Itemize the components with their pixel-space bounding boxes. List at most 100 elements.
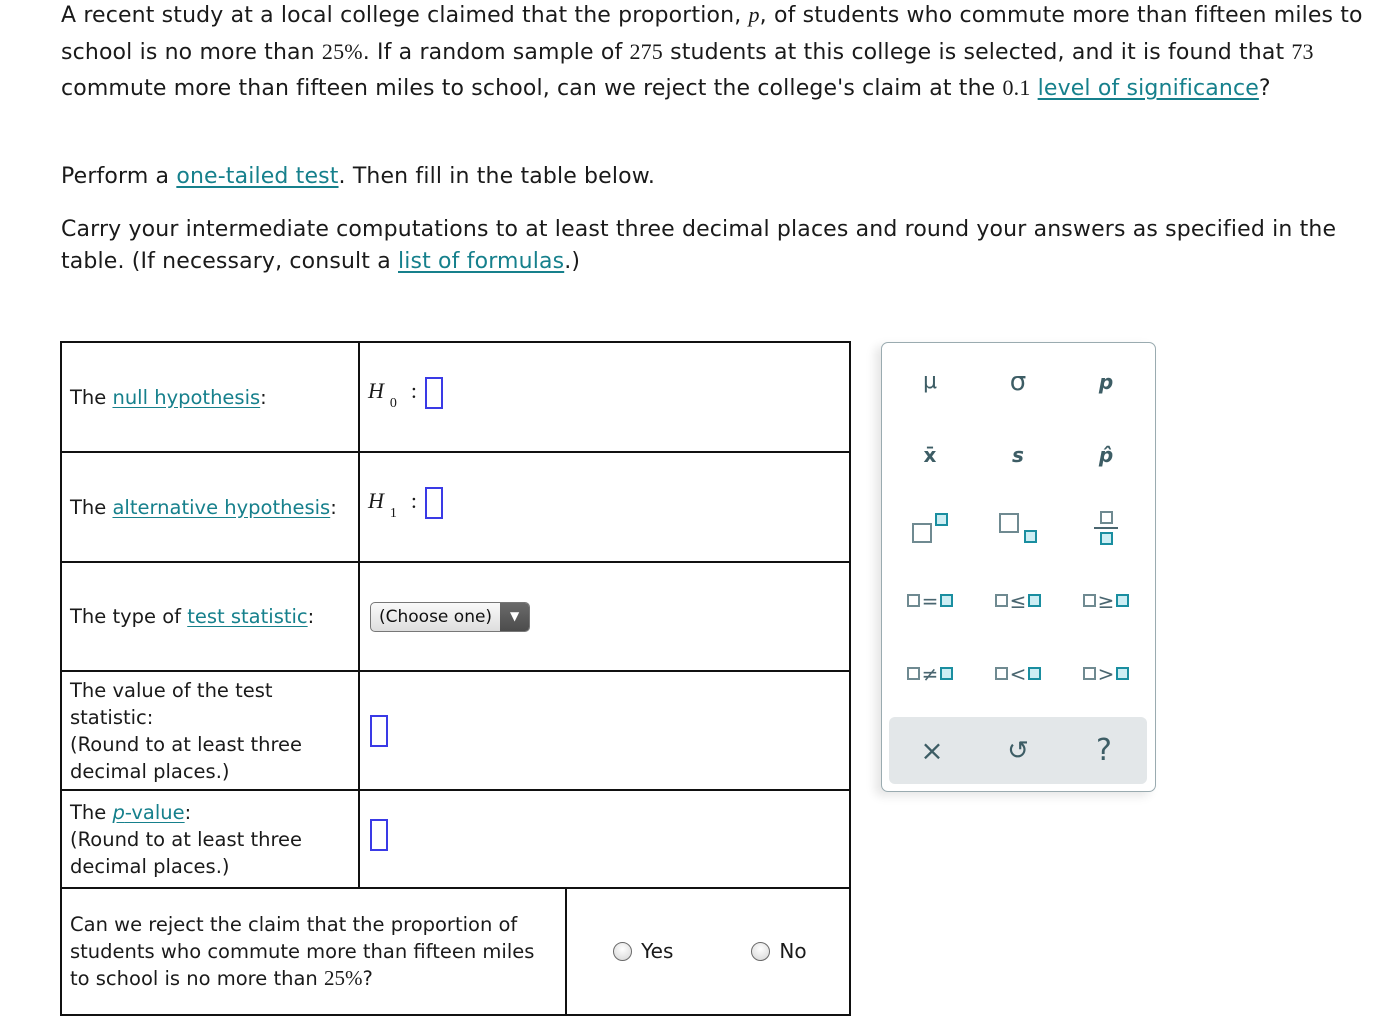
left-box xyxy=(906,594,920,607)
right-box xyxy=(1028,594,1042,607)
sample-size: 275 xyxy=(629,38,663,64)
null-hypothesis-input[interactable] xyxy=(425,376,444,409)
left-box xyxy=(994,594,1008,607)
p-icon: p xyxy=(1098,369,1114,394)
radio-label: No xyxy=(779,939,807,963)
null-hypothesis-label: The null hypothesis: xyxy=(60,341,360,453)
superscript-key[interactable] xyxy=(886,499,974,557)
p-letter: p xyxy=(112,800,125,824)
test-statistic-value-input[interactable] xyxy=(370,714,388,747)
question-text-part: . If a random sample of xyxy=(362,39,630,65)
keypad-row xyxy=(886,491,1150,564)
left-box xyxy=(1082,667,1096,680)
rounding-note: (Round to at least three decimal places.… xyxy=(70,732,303,783)
row-null-hypothesis: The null hypothesis: H0: xyxy=(60,341,851,453)
rounding-text-part: .) xyxy=(564,249,581,274)
instruction-text-part: . Then fill in the table below. xyxy=(338,164,655,189)
rounding-note: (Round to at least three decimal places.… xyxy=(70,827,303,878)
p-value-input[interactable] xyxy=(370,819,388,851)
not-equal-key[interactable]: ≠ xyxy=(886,645,974,703)
s-key[interactable]: s xyxy=(974,426,1062,484)
yes-radio[interactable]: Yes xyxy=(613,938,673,965)
greater-than-key[interactable]: > xyxy=(1062,645,1150,703)
greater-equal-key[interactable]: ≥ xyxy=(1062,572,1150,630)
list-of-formulas-link[interactable]: list of formulas xyxy=(398,249,564,274)
proportion-variable: p xyxy=(748,2,760,27)
test-statistic-value-label: The value of the test statistic: (Round … xyxy=(60,670,360,791)
null-hypothesis-link[interactable]: null hypothesis xyxy=(112,386,260,409)
question-text-part: students at this college is selected, an… xyxy=(662,39,1292,65)
rounding-text-part: Carry your intermediate computations to … xyxy=(61,217,1337,274)
no-radio[interactable]: No xyxy=(751,938,807,965)
s-icon: s xyxy=(1012,442,1024,467)
radio-circle[interactable] xyxy=(751,942,771,961)
alternative-hypothesis-link[interactable]: alternative hypothesis xyxy=(112,496,330,519)
p-hat-icon: p̂ xyxy=(1098,442,1114,467)
label-text: : xyxy=(260,385,267,409)
less-equal-key[interactable]: ≤ xyxy=(974,572,1062,630)
greater-equal-icon: ≥ xyxy=(1097,588,1115,613)
test-statistic-type-select[interactable]: (Choose one) ▼ xyxy=(370,601,531,632)
row-p-value: The p-value: (Round to at least three de… xyxy=(60,789,851,889)
label-text: The type of xyxy=(70,605,188,628)
label-text: : xyxy=(184,800,192,824)
test-statistic-value-cell xyxy=(358,670,851,791)
row-reject-claim: Can we reject the claim that the proport… xyxy=(59,887,851,1016)
clear-button[interactable]: × xyxy=(889,721,975,781)
alternative-hypothesis-label: The alternative hypothesis: xyxy=(60,451,360,563)
undo-button[interactable]: ↺ xyxy=(975,721,1061,781)
success-count: 73 xyxy=(1291,38,1314,64)
p-key[interactable]: p xyxy=(1062,353,1150,411)
colon: : xyxy=(410,378,418,404)
sigma-icon: σ xyxy=(1009,366,1027,397)
radio-circle[interactable] xyxy=(613,942,633,961)
colon: : xyxy=(410,488,418,514)
keypad-row: μ σ p xyxy=(886,345,1150,418)
instruction-text: Perform a one-tailed test. Then fill in … xyxy=(61,159,655,195)
radio-group: Yes No xyxy=(575,938,841,965)
h-subscript: 1 xyxy=(389,506,397,522)
mu-key[interactable]: μ xyxy=(886,353,974,411)
subscript-icon xyxy=(999,512,1037,543)
null-hypothesis-cell: H0: xyxy=(358,341,851,453)
one-tailed-test-link[interactable]: one-tailed test xyxy=(176,164,338,189)
left-box xyxy=(994,667,1008,680)
sigma-key[interactable]: σ xyxy=(974,353,1062,411)
keypad-row: = ≤ ≥ xyxy=(886,564,1150,637)
base-box xyxy=(999,512,1019,533)
keypad-row: x̄ s p̂ xyxy=(886,418,1150,491)
fraction-icon xyxy=(1094,510,1118,545)
row-test-statistic-value: The value of the test statistic: (Round … xyxy=(60,670,851,791)
test-statistic-link[interactable]: test statistic xyxy=(187,605,307,628)
right-box xyxy=(940,594,954,607)
right-box xyxy=(1116,667,1130,680)
help-button[interactable]: ? xyxy=(1061,721,1147,781)
label-text: : xyxy=(307,605,315,628)
alternative-hypothesis-input[interactable] xyxy=(425,486,444,519)
select-value: (Choose one) xyxy=(379,606,493,627)
alternative-hypothesis-cell: H1: xyxy=(358,451,851,563)
h0-symbol: H0 xyxy=(368,378,397,411)
x-bar-key[interactable]: x̄ xyxy=(886,426,974,484)
less-than-key[interactable]: < xyxy=(974,645,1062,703)
exponent-box xyxy=(935,512,948,526)
p-value-link[interactable]: p-value xyxy=(112,801,184,824)
close-icon: × xyxy=(920,734,944,767)
instruction-text-part: Perform a xyxy=(61,164,177,189)
equals-key[interactable]: = xyxy=(886,572,974,630)
math-keypad: μ σ p x̄ s p̂ = ≤ ≥ ≠ < > × ↺ ? xyxy=(881,342,1156,792)
test-statistic-type-label: The type of test statistic: xyxy=(60,561,360,672)
superscript-icon xyxy=(912,512,948,543)
p-hat-key[interactable]: p̂ xyxy=(1062,426,1150,484)
undo-icon: ↺ xyxy=(1007,735,1029,766)
left-box xyxy=(1082,594,1096,607)
level-of-significance-link[interactable]: level of significance xyxy=(1038,76,1259,101)
subscript-key[interactable] xyxy=(974,499,1062,557)
h1-symbol: H1 xyxy=(368,488,397,521)
question-text-part: A recent study at a local college claime… xyxy=(61,3,749,28)
fraction-key[interactable] xyxy=(1062,499,1150,557)
question-text: A recent study at a local college claime… xyxy=(61,0,1391,107)
label-text: The xyxy=(70,495,113,519)
question-text-part: commute more than fifteen miles to schoo… xyxy=(61,76,1003,101)
